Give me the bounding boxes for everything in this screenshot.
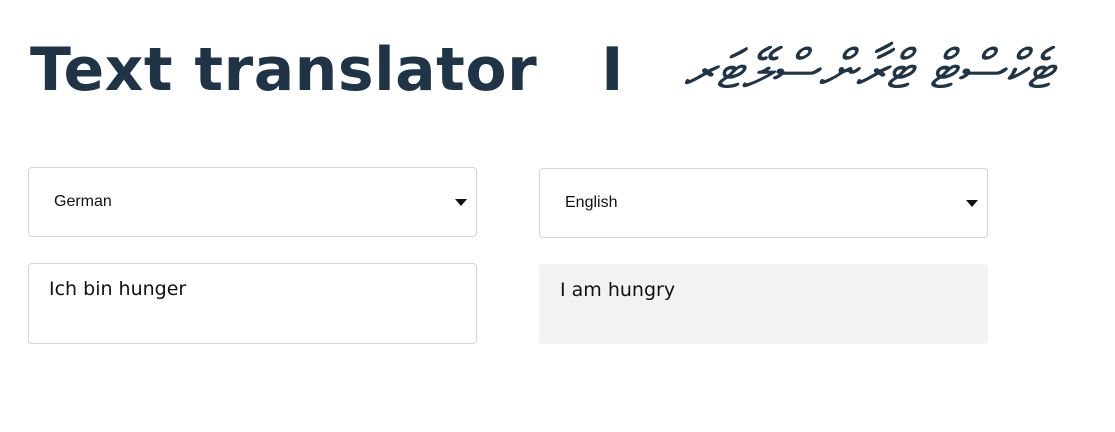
source-text-input[interactable]: Ich bin hunger: [28, 263, 477, 344]
page-title-dhivehi: ޓެކްސްޓް ޓްރާންސްލޭޓަރ: [683, 38, 1053, 101]
target-language-value: English: [565, 194, 618, 211]
target-language-select[interactable]: English: [539, 168, 988, 238]
page-title: Text translator: [30, 35, 538, 105]
caret-down-icon: [966, 200, 978, 207]
title-separator: I: [601, 35, 624, 105]
translator-page: Text translator I ޓެކްސްޓް ޓްރާންސްލޭޓަރ…: [0, 0, 1115, 432]
page-header: Text translator I ޓެކްސްޓް ޓްރާންސްލޭޓަރ: [30, 30, 1090, 110]
translated-text-output: I am hungry: [539, 264, 988, 344]
source-language-value: German: [54, 193, 112, 210]
source-language-select[interactable]: German: [28, 167, 477, 237]
caret-down-icon: [455, 199, 467, 206]
